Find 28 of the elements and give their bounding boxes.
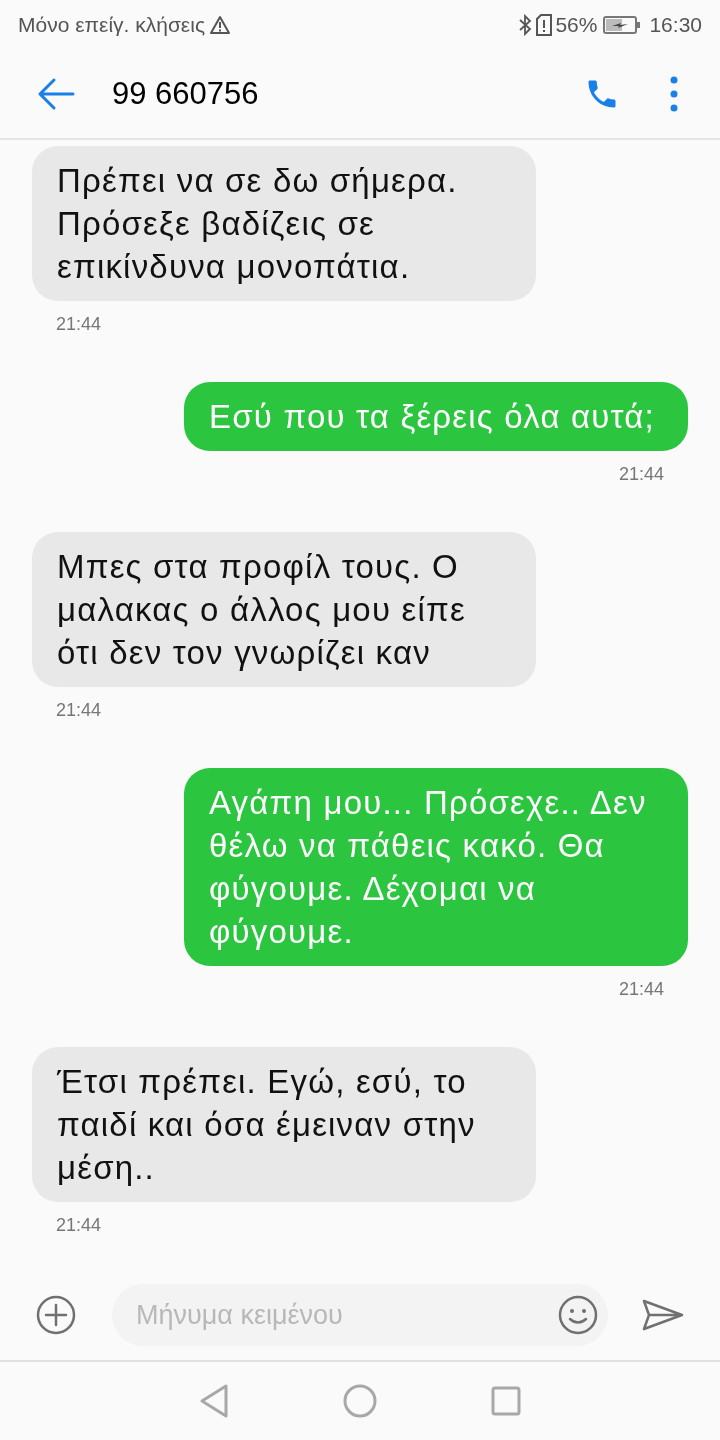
- back-nav-icon[interactable]: [199, 1384, 229, 1418]
- emoji-icon[interactable]: [558, 1295, 598, 1335]
- battery-percent: 56%: [555, 12, 598, 39]
- carrier-text: Μόνο επείγ. κλήσεις: [18, 12, 206, 39]
- plus-circle-icon: [36, 1295, 76, 1335]
- battery-charging-icon: [603, 15, 642, 35]
- add-button[interactable]: [36, 1295, 76, 1335]
- message-time: 21:44: [56, 313, 102, 336]
- sim-alert-icon: [536, 14, 553, 36]
- message-time: 21:44: [618, 463, 664, 486]
- back-arrow-icon: [37, 77, 75, 111]
- message-bubble: Εσύ που τα ξέρεις όλα αυτά;: [184, 382, 688, 451]
- message-time: 21:44: [56, 699, 102, 722]
- recents-nav-icon[interactable]: [491, 1386, 521, 1416]
- message-time: 21:44: [56, 1214, 102, 1237]
- send-icon: [642, 1299, 684, 1331]
- message-input-field[interactable]: Μήνυμα κειμένου: [112, 1284, 608, 1346]
- contact-number: 99 660756: [112, 74, 259, 113]
- message-bubble: Μπες στα προφίλ τους. Ο μαλακας ο άλλος μου είπε ότι δεν τον γνωρίζει καν: [32, 532, 536, 687]
- home-nav-icon[interactable]: [343, 1384, 377, 1418]
- message-bubble: Αγάπη μου... Πρόσεχε.. Δεν θέλω να πάθεις κακό. Θα φύγουμε. Δέχομαι να φύγουμε.: [184, 768, 688, 966]
- clock-text: 16:30: [649, 12, 702, 39]
- warning-icon: [209, 15, 232, 35]
- message-time: 21:44: [618, 978, 664, 1001]
- message-bubble: Πρέπει να σε δω σήμερα. Πρόσεξε βαδίζεις σε επικίνδυνα μονοπάτια.: [32, 146, 536, 301]
- message-bubble: Έτσι πρέπει. Εγώ, εσύ, το παιδί και όσα έμειναν στην μέση..: [32, 1047, 536, 1202]
- bluetooth-icon: [518, 14, 533, 36]
- more-icon: [670, 76, 678, 112]
